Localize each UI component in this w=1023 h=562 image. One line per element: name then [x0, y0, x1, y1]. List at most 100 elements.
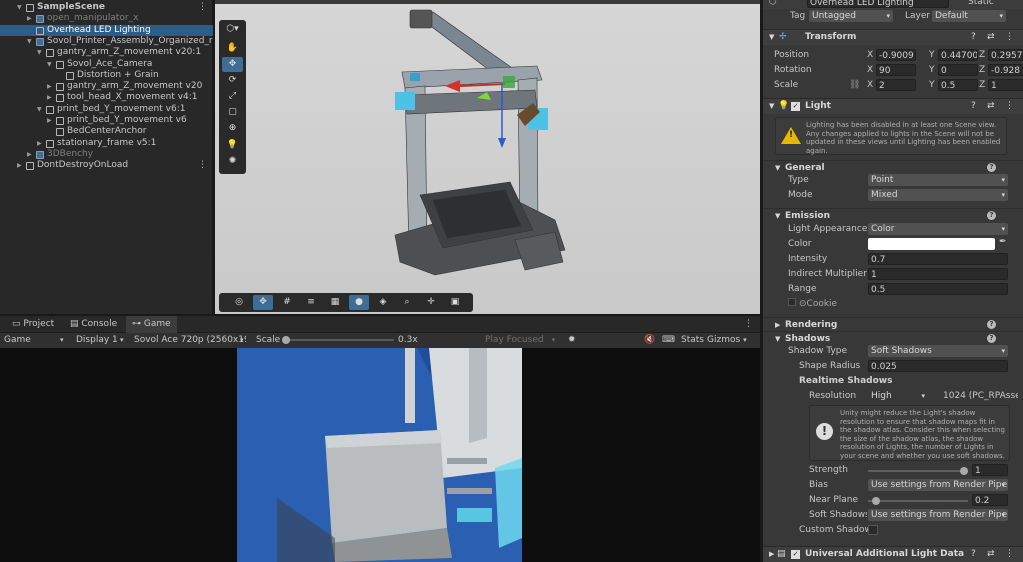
- soft-shadows-dropdown[interactable]: Use settings from Render Pipe ▾: [868, 509, 1008, 521]
- light-type-dropdown[interactable]: Point ▾: [868, 174, 1008, 186]
- custom-shadow-checkbox[interactable]: [868, 525, 878, 535]
- grid-snap-icon[interactable]: #: [277, 295, 297, 310]
- help-icon[interactable]: ?: [987, 163, 996, 172]
- search-icon[interactable]: ⌕: [397, 295, 417, 310]
- hierarchy-row[interactable]: ▶ tool_head_X_movement v4:1: [0, 92, 213, 104]
- keyboard-icon[interactable]: ⌨: [662, 333, 675, 348]
- shape-radius-field[interactable]: 0.025: [868, 360, 1008, 372]
- stats-button[interactable]: Stats: [681, 333, 704, 348]
- near-plane-field[interactable]: 0.2: [972, 494, 1008, 506]
- light-appearance-dropdown[interactable]: Color ▾: [868, 223, 1008, 235]
- component-menu-icon[interactable]: ⋮: [1005, 30, 1014, 45]
- audio-mute-icon[interactable]: 🔇: [644, 333, 655, 348]
- scene-viewport[interactable]: [215, 0, 760, 314]
- tab-project[interactable]: ▭ Project: [6, 316, 60, 333]
- expand-arrow-icon[interactable]: ▼: [47, 59, 52, 71]
- hierarchy-row[interactable]: ▼ Sovol_Ace_Camera: [0, 59, 213, 71]
- collapse-arrow-icon[interactable]: ▶: [37, 138, 42, 150]
- compass-icon[interactable]: ◎: [229, 295, 249, 310]
- light-header[interactable]: ▼ 💡 ✓ Light? ⇄ ⋮: [763, 98, 1023, 114]
- scale-slider[interactable]: [284, 339, 394, 341]
- pos-y-field[interactable]: 0.44700: [938, 49, 978, 61]
- help-icon[interactable]: ?: [971, 30, 976, 45]
- transform-tool-icon[interactable]: ⊕: [222, 121, 243, 136]
- constrain-link-icon[interactable]: ⛓: [849, 79, 860, 92]
- rendering-section[interactable]: ▶ Rendering?: [763, 317, 1023, 331]
- collapse-arrow-icon[interactable]: ▶: [47, 92, 52, 104]
- sphere-icon[interactable]: ●: [349, 295, 369, 310]
- strength-slider-knob[interactable]: [960, 467, 968, 475]
- tabs-menu-icon[interactable]: ⋮: [744, 317, 753, 332]
- urp-enabled-checkbox[interactable]: ✓: [791, 550, 800, 559]
- component-menu-icon[interactable]: ⋮: [1005, 547, 1014, 562]
- light-gizmo-icon[interactable]: ✺: [222, 154, 243, 169]
- camera-icon[interactable]: ▣: [445, 295, 465, 310]
- hierarchy-row[interactable]: ▶ stationary_frame v5:1: [0, 138, 213, 150]
- cookie-row[interactable]: ⊙Cookie: [788, 298, 837, 311]
- grid-icon[interactable]: ▦: [325, 295, 345, 310]
- collapse-arrow-icon[interactable]: ▶: [17, 160, 22, 172]
- light-probe-icon[interactable]: 💡: [222, 138, 243, 153]
- expand-arrow-icon[interactable]: ▼: [17, 2, 22, 14]
- move-icon[interactable]: ✥: [253, 295, 273, 310]
- strength-slider[interactable]: [868, 464, 968, 477]
- bias-dropdown[interactable]: Use settings from Render Pipe ▾: [868, 479, 1008, 491]
- collapse-arrow-icon[interactable]: ▶: [27, 149, 32, 161]
- rot-z-field[interactable]: -0.928: [988, 64, 1023, 76]
- strength-field[interactable]: 1: [972, 464, 1008, 476]
- play-focused-dropdown[interactable]: Play Focused ▾: [485, 333, 555, 348]
- tag-dropdown[interactable]: Untagged ▾: [809, 10, 893, 22]
- expand-arrow-icon[interactable]: ▼: [37, 104, 42, 116]
- object-name-field[interactable]: Overhead LED Lighting: [807, 0, 949, 8]
- shadows-section[interactable]: ▼ Shadows?: [763, 331, 1023, 345]
- help-icon[interactable]: ?: [987, 211, 996, 220]
- scale-tool-icon[interactable]: ⤢: [222, 89, 243, 104]
- hierarchy-row[interactable]: ▼ Sovol_Printer_Assembly_Organized_r: [0, 36, 213, 48]
- pivot-icon[interactable]: ✛: [421, 295, 441, 310]
- rotate-tool-icon[interactable]: ⟳: [222, 73, 243, 88]
- rot-y-field[interactable]: 0: [938, 64, 978, 76]
- layer-dropdown[interactable]: Default ▾: [932, 10, 1006, 22]
- rot-x-field[interactable]: 90: [876, 64, 916, 76]
- transform-header[interactable]: ▼ ✢ Transform? ⇄ ⋮: [763, 29, 1023, 45]
- hierarchy-row[interactable]: ▼ SampleScene ⋮: [0, 2, 213, 14]
- collapse-arrow-icon[interactable]: ▶: [27, 13, 32, 25]
- resolution-dropdown[interactable]: Sovol Ace 720p (2560x19: [134, 333, 246, 348]
- hierarchy-row[interactable]: Overhead LED Lighting: [0, 24, 213, 37]
- scl-y-field[interactable]: 0.5: [938, 79, 978, 91]
- emission-section[interactable]: ▼ Emission?: [763, 208, 1023, 222]
- urp-light-data-header[interactable]: ▶▤✓Universal Additional Light Data (Scri…: [763, 546, 1023, 562]
- hand-tool-icon[interactable]: ✋: [222, 41, 243, 56]
- gizmos-button[interactable]: Gizmos ▾: [707, 333, 747, 348]
- hierarchy-row[interactable]: ▼ print_bed_Y_movement v6:1: [0, 104, 213, 116]
- collapse-arrow-icon[interactable]: ▶: [47, 81, 52, 93]
- hierarchy-row[interactable]: Distortion + Grain: [0, 70, 213, 82]
- help-icon[interactable]: ?: [971, 547, 976, 562]
- scl-x-field[interactable]: 2: [876, 79, 916, 91]
- hierarchy-row[interactable]: ▶ print_bed_Y_movement v6: [0, 115, 213, 127]
- collapse-arrow-icon[interactable]: ▶: [47, 115, 52, 127]
- pos-x-field[interactable]: -0.9009: [876, 49, 916, 61]
- indirect-multiplier-field[interactable]: 1: [868, 268, 1008, 280]
- range-field[interactable]: 0.5: [868, 283, 1008, 295]
- expand-arrow-icon[interactable]: ▼: [27, 36, 32, 48]
- bug-icon[interactable]: ✹: [568, 333, 576, 348]
- layers-icon[interactable]: ◈: [373, 295, 393, 310]
- hierarchy-row[interactable]: ▶ 3DBenchy: [0, 149, 213, 161]
- row-menu-icon[interactable]: ⋮: [198, 160, 207, 172]
- game-mode-dropdown[interactable]: Game ▾: [4, 333, 66, 348]
- color-swatch[interactable]: [868, 238, 995, 250]
- orientation-cube-icon[interactable]: ⬡▾: [222, 22, 243, 37]
- preset-icon[interactable]: ⇄: [987, 99, 995, 114]
- pos-z-field[interactable]: 0.29575: [988, 49, 1023, 61]
- shadow-resolution-dropdown[interactable]: High ▾: [868, 390, 928, 402]
- tab-console[interactable]: ▤ Console: [64, 316, 123, 333]
- hierarchy-row[interactable]: BedCenterAnchor: [0, 126, 213, 138]
- general-section[interactable]: ▼ General?: [763, 160, 1023, 174]
- scale-slider-knob[interactable]: [282, 336, 290, 344]
- scene-view[interactable]: [215, 0, 760, 314]
- rect-tool-icon[interactable]: ▢: [222, 105, 243, 120]
- shadow-type-dropdown[interactable]: Soft Shadows ▾: [868, 345, 1008, 357]
- preset-icon[interactable]: ⇄: [987, 30, 995, 45]
- move-tool-icon[interactable]: ✥: [222, 57, 243, 72]
